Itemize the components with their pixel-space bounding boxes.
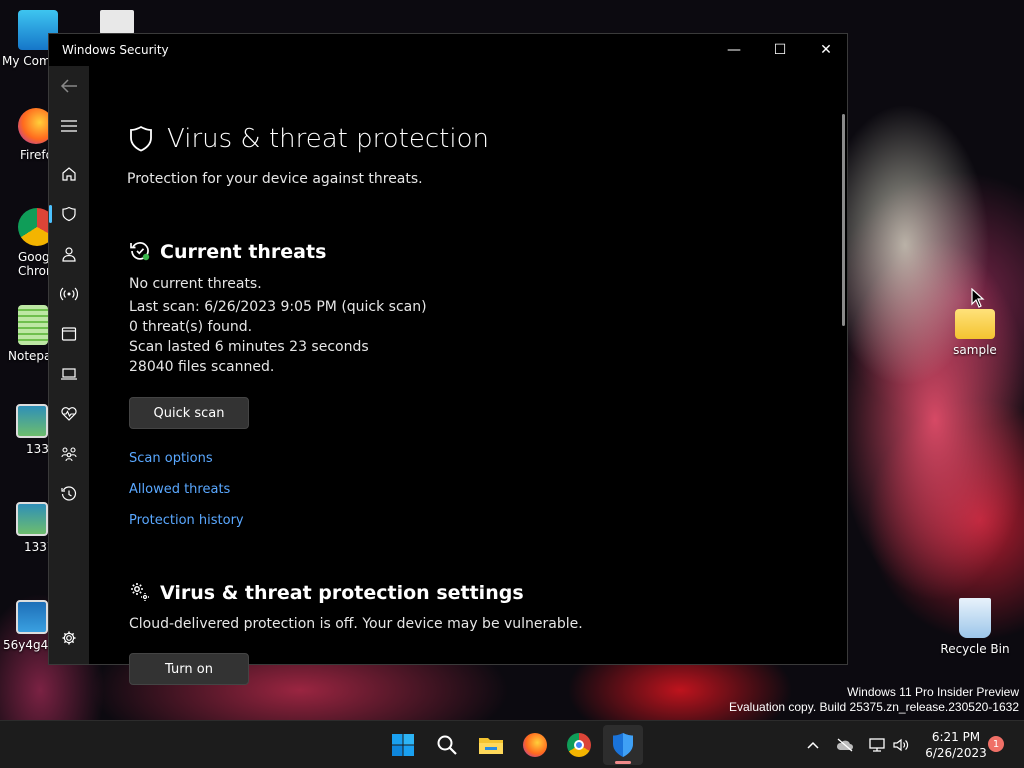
desktop-icon-label: Recycle Bin — [940, 642, 1010, 656]
history-icon — [61, 486, 77, 501]
watermark-line1: Windows 11 Pro Insider Preview — [847, 685, 1019, 699]
scan-duration-text: Scan lasted 6 minutes 23 seconds — [129, 339, 369, 355]
taskbar: 6:21 PM 6/26/2023 — [0, 720, 1024, 768]
image-file-icon — [16, 502, 48, 536]
nav-device-security[interactable] — [49, 356, 89, 392]
window-title: Windows Security — [62, 43, 169, 57]
threat-status-text: No current threats. — [129, 276, 262, 292]
title-bar[interactable]: Windows Security — ☐ ✕ — [49, 34, 847, 66]
home-icon — [62, 167, 76, 181]
desktop-icon-label: sample — [953, 343, 997, 357]
family-icon — [61, 447, 77, 462]
clock-time: 6:21 PM — [931, 730, 981, 744]
file-icon[interactable] — [100, 10, 134, 34]
files-scanned-text: 28040 files scanned. — [129, 359, 275, 375]
firefox-taskbar-button[interactable] — [515, 725, 555, 765]
last-scan-text: Last scan: 6/26/2023 9:05 PM (quick scan… — [129, 299, 427, 315]
nav-account-protection[interactable] — [49, 236, 89, 272]
windows-security-shield-icon — [613, 733, 633, 757]
image-file-icon — [16, 600, 48, 634]
shield-icon — [130, 125, 152, 152]
shield-icon — [62, 206, 76, 222]
app-window-icon — [61, 327, 77, 341]
main-content: Virus & threat protection Protection for… — [89, 66, 847, 685]
gear-icon — [62, 631, 76, 645]
windows-security-window: Windows Security — ☐ ✕ Virus & threat pr… — [48, 33, 848, 685]
hamburger-menu-icon — [61, 120, 77, 132]
chevron-up-icon — [807, 741, 819, 749]
taskbar-clock[interactable]: 6:21 PM 6/26/2023 — [920, 729, 992, 761]
network-tray-button[interactable] — [866, 721, 888, 768]
threats-found-text: 0 threat(s) found. — [129, 319, 253, 335]
back-arrow-icon — [60, 79, 77, 93]
notification-badge[interactable]: 1 — [988, 736, 1004, 752]
chrome-taskbar-button[interactable] — [559, 725, 599, 765]
quick-scan-button[interactable]: Quick scan — [129, 397, 249, 429]
search-button[interactable] — [427, 725, 467, 765]
notepad-icon — [18, 305, 48, 345]
vertical-scrollbar[interactable] — [842, 114, 845, 326]
chrome-icon — [567, 733, 591, 757]
mouse-cursor-icon — [971, 288, 985, 308]
allowed-threats-link[interactable]: Allowed threats — [129, 482, 230, 497]
nav-app-browser-control[interactable] — [49, 316, 89, 352]
wireless-antenna-icon — [60, 287, 78, 301]
settings-heading: Virus & threat protection settings — [160, 582, 524, 604]
evaluation-watermark: Windows 11 Pro Insider Preview Evaluatio… — [729, 685, 1019, 715]
turn-on-button[interactable]: Turn on — [129, 653, 249, 685]
tray-overflow-button[interactable] — [802, 721, 824, 768]
watermark-line2: Evaluation copy. Build 25375.zn_release.… — [729, 700, 1019, 714]
menu-button[interactable] — [49, 108, 89, 144]
image-file-icon — [16, 404, 48, 438]
cloud-off-icon — [836, 738, 853, 752]
nav-firewall-network[interactable] — [49, 276, 89, 312]
settings-gears-icon — [131, 583, 149, 601]
desktop-icon-recycle-bin[interactable]: Recycle Bin — [940, 598, 1010, 656]
nav-home[interactable] — [49, 156, 89, 192]
navigation-sidebar — [49, 66, 89, 664]
close-button[interactable]: ✕ — [803, 34, 849, 66]
heart-pulse-icon — [61, 407, 77, 421]
search-icon — [437, 735, 457, 755]
firefox-icon — [523, 733, 547, 757]
scan-options-link[interactable]: Scan options — [129, 451, 213, 466]
protection-history-link[interactable]: Protection history — [129, 513, 244, 528]
page-subtitle: Protection for your device against threa… — [127, 171, 423, 187]
page-title: Virus & threat protection — [167, 124, 489, 154]
network-icon — [869, 738, 885, 752]
nav-device-performance-health[interactable] — [49, 396, 89, 432]
settings-warning-text: Cloud-delivered protection is off. Your … — [129, 616, 583, 632]
start-button[interactable] — [383, 725, 423, 765]
person-icon — [62, 247, 76, 262]
file-explorer-icon — [479, 738, 503, 754]
folder-icon — [955, 309, 995, 339]
nav-family-options[interactable] — [49, 436, 89, 472]
minimize-button[interactable]: — — [711, 34, 757, 66]
file-explorer-button[interactable] — [471, 725, 511, 765]
volume-tray-button[interactable] — [890, 721, 912, 768]
onedrive-tray-button[interactable] — [834, 721, 856, 768]
clock-date: 6/26/2023 — [925, 746, 987, 760]
desktop-icon-sample-folder[interactable]: sample — [940, 305, 1010, 357]
nav-protection-history[interactable] — [49, 476, 89, 512]
laptop-icon — [61, 368, 77, 380]
windows-logo-icon — [392, 734, 414, 756]
speaker-icon — [893, 738, 909, 752]
current-threats-heading: Current threats — [160, 241, 327, 263]
scan-refresh-icon — [130, 242, 150, 261]
back-button[interactable] — [49, 68, 89, 104]
maximize-button[interactable]: ☐ — [757, 34, 803, 66]
nav-virus-threat-protection[interactable] — [49, 196, 89, 232]
windows-security-taskbar-button[interactable] — [603, 725, 643, 765]
nav-settings[interactable] — [49, 620, 89, 656]
recycle-bin-icon — [959, 598, 991, 638]
